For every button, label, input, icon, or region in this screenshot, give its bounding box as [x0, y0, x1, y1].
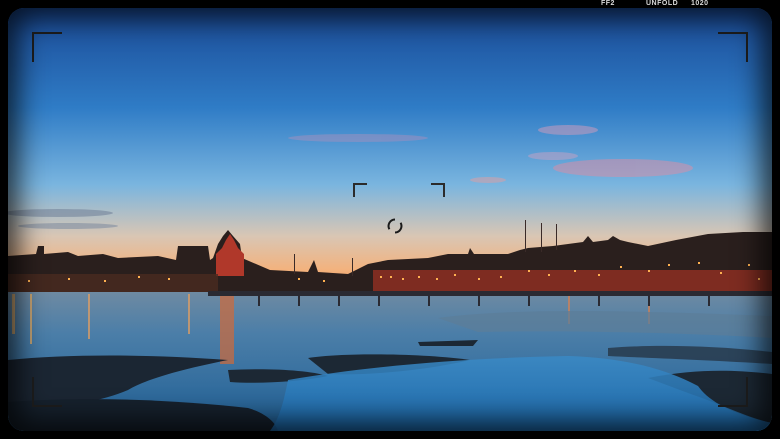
af-bracket-icon [431, 183, 445, 197]
frame-corner-icon [32, 377, 62, 407]
value-label: 1020 [691, 0, 709, 7]
pier [208, 291, 772, 296]
frame-corner-icon [718, 32, 748, 62]
frame-corner-icon [718, 377, 748, 407]
af-bracket-icon [353, 183, 367, 197]
mode-label: UNFOLD [646, 0, 679, 7]
format-label: FF2 [601, 0, 615, 7]
camera-viewfinder[interactable] [8, 8, 772, 431]
focus-ring-icon[interactable] [387, 218, 403, 234]
frame-corner-icon [32, 32, 62, 62]
